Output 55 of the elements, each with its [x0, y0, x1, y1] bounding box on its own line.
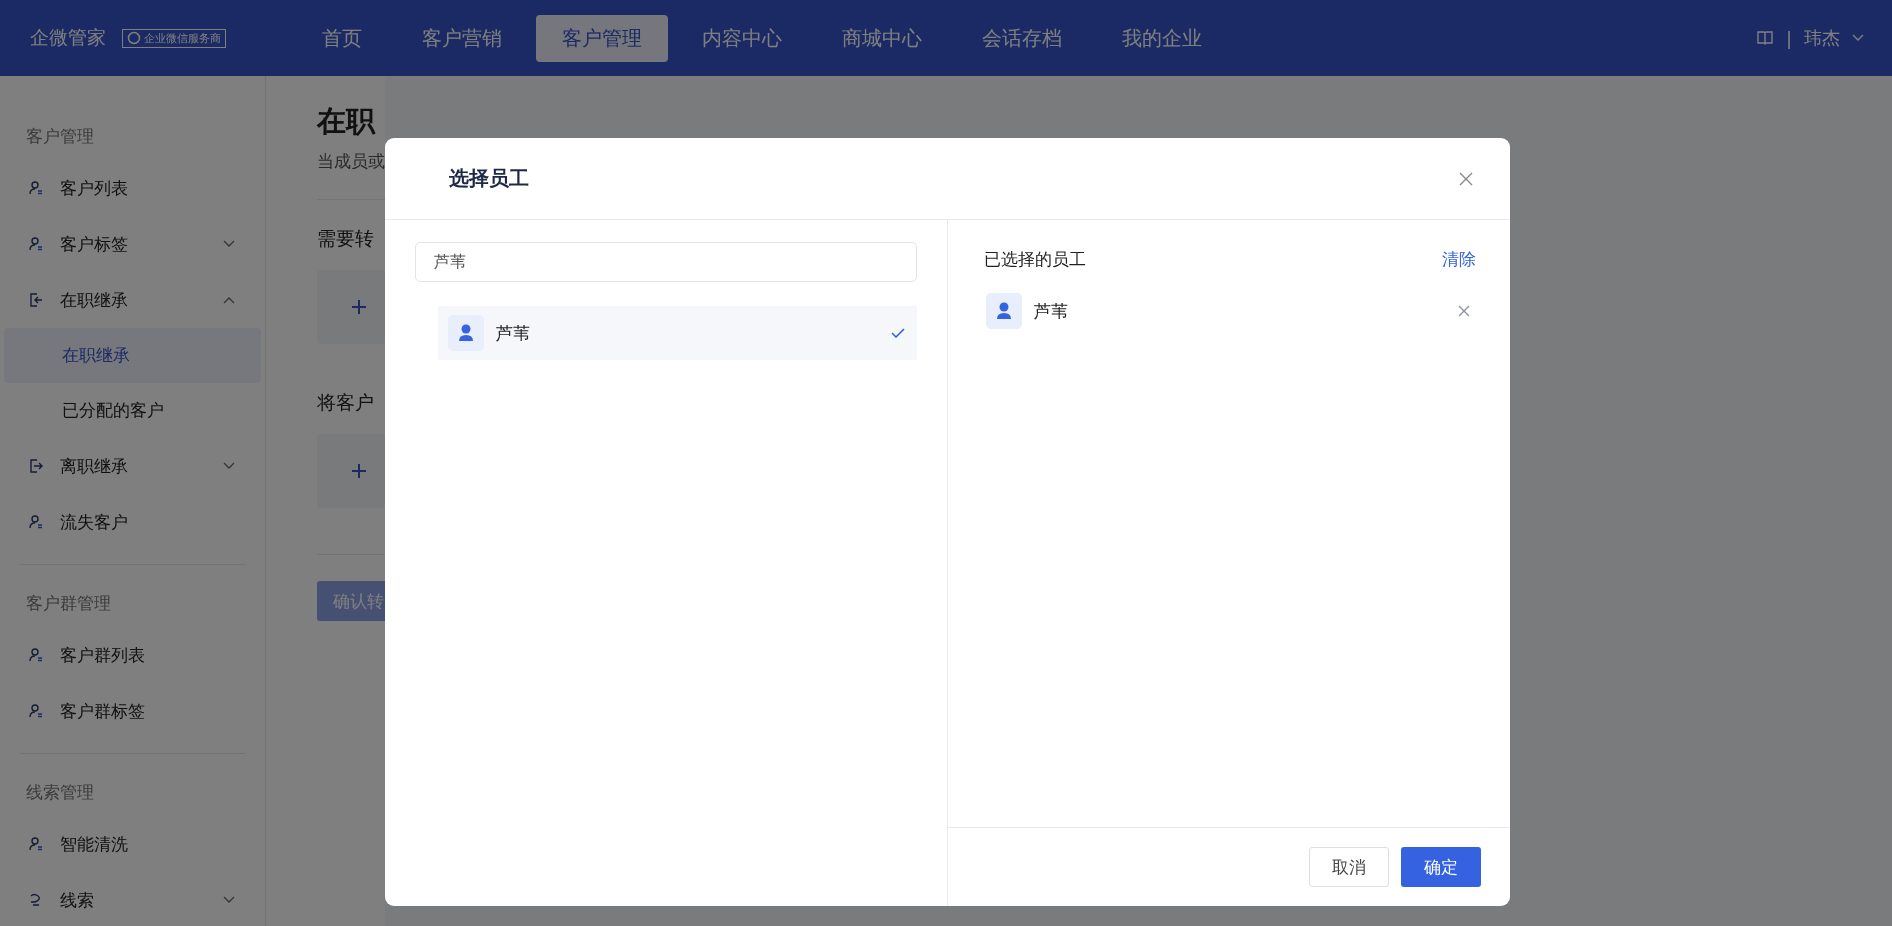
menu-item[interactable]: 流失客户: [0, 494, 265, 550]
person-icon: [28, 180, 44, 196]
enter-icon: [28, 292, 44, 308]
nav-tab[interactable]: 内容中心: [676, 14, 808, 62]
chevron-down-icon: [1852, 34, 1864, 42]
cancel-button[interactable]: 取消: [1309, 847, 1389, 887]
check-icon: [891, 328, 905, 338]
book-icon[interactable]: [1755, 29, 1774, 47]
person-icon: [28, 836, 44, 852]
remove-icon[interactable]: [1458, 305, 1470, 317]
section-label: 需要转: [317, 226, 375, 251]
menu-item[interactable]: 客户列表: [0, 160, 265, 216]
employee-name: 芦苇: [496, 321, 531, 345]
app-logo: 企微管家: [30, 25, 106, 50]
person-icon: [28, 514, 44, 530]
avatar-icon: [986, 293, 1022, 329]
avatar-icon: [448, 315, 484, 351]
close-icon[interactable]: [1458, 170, 1474, 187]
menu-item[interactable]: 线索: [0, 872, 265, 926]
submenu-item[interactable]: 在职继承: [4, 328, 261, 383]
page-description: 当成员或: [317, 150, 385, 173]
nav-tab[interactable]: 我的企业: [1096, 14, 1228, 62]
nav-tab[interactable]: 首页: [296, 14, 388, 62]
exit-icon: [28, 458, 44, 474]
submenu-item[interactable]: 已分配的客户: [4, 383, 261, 438]
person-icon: [28, 703, 44, 719]
nav-tab[interactable]: 客户营销: [396, 14, 528, 62]
employee-row[interactable]: 芦苇: [438, 306, 917, 360]
person-icon: [28, 236, 44, 252]
menu-item[interactable]: 智能清洗: [0, 816, 265, 872]
nav-tab[interactable]: 会话存档: [956, 14, 1088, 62]
user-menu[interactable]: 玮杰: [1804, 26, 1840, 50]
plus-icon: [351, 299, 367, 315]
employee-name: 芦苇: [1034, 299, 1069, 323]
badge-text: 企业微信服务商: [144, 30, 221, 46]
menu-item[interactable]: 离职继承: [0, 438, 265, 494]
plus-icon: [351, 463, 367, 479]
separator: |: [1785, 27, 1792, 49]
section-label: 将客户: [317, 390, 375, 415]
menu-item[interactable]: 客户群标签: [0, 683, 265, 739]
page-title: 在职: [317, 103, 377, 140]
nav-tab[interactable]: 商城中心: [816, 14, 948, 62]
selected-heading: 已选择的员工: [984, 248, 1086, 271]
section-heading: 客户群管理: [25, 592, 112, 615]
nav-tab[interactable]: 客户管理: [536, 14, 668, 62]
menu-item[interactable]: 客户标签: [0, 216, 265, 272]
ok-button[interactable]: 确定: [1401, 847, 1481, 887]
menu-item[interactable]: 在职继承: [0, 272, 265, 328]
section-heading: 客户管理: [25, 125, 95, 148]
section-heading: 线索管理: [25, 781, 95, 804]
menu-item[interactable]: 客户群列表: [0, 627, 265, 683]
clear-link[interactable]: 清除: [1442, 248, 1476, 271]
dialog-title: 选择员工: [449, 165, 529, 192]
search-field[interactable]: 芦苇: [415, 242, 917, 282]
person-icon: [28, 647, 44, 663]
